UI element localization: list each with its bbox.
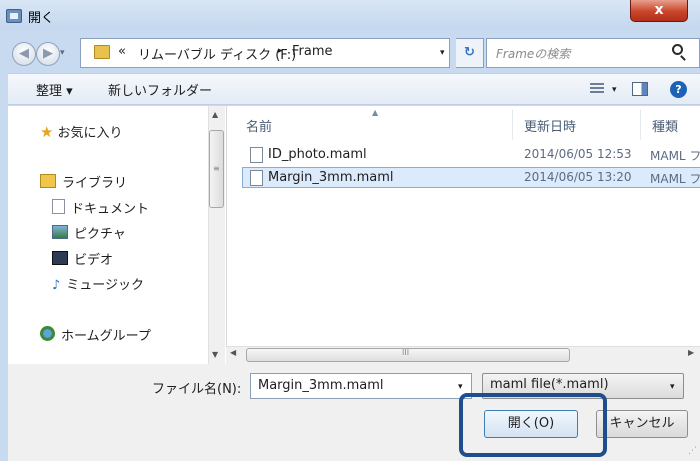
cancel-button[interactable]: キャンセル — [596, 410, 688, 438]
filename-value[interactable]: Margin_3mm.maml — [258, 378, 384, 393]
help-icon[interactable]: ? — [670, 81, 687, 98]
picture-icon — [52, 225, 68, 239]
column-divider[interactable] — [512, 110, 513, 140]
nav-label: お気に入り — [57, 126, 123, 141]
search-icon[interactable] — [672, 44, 683, 55]
file-type-filter-value[interactable]: maml file(*.maml) — [490, 377, 609, 392]
homegroup-icon — [40, 326, 55, 341]
file-type: MAML フ — [650, 172, 700, 186]
column-header-name[interactable]: 名前 — [246, 116, 272, 135]
address-separator-icon[interactable]: ▸ — [278, 46, 283, 56]
filename-label: ファイル名(N): — [152, 382, 242, 397]
file-name[interactable]: Margin_3mm.maml — [268, 170, 394, 185]
scroll-left-icon[interactable]: ◀ — [230, 348, 236, 357]
nav-label: ホームグループ — [61, 329, 151, 344]
column-header-date[interactable]: 更新日時 — [524, 116, 576, 135]
address-segment-folder[interactable]: Frame — [292, 44, 333, 59]
video-icon — [52, 251, 68, 265]
file-name[interactable]: ID_photo.maml — [268, 147, 367, 162]
scroll-down-icon[interactable]: ▼ — [212, 350, 218, 359]
view-options-icon[interactable] — [590, 83, 604, 95]
new-folder-button[interactable]: 新しいフォルダー — [108, 80, 212, 99]
filename-dropdown-icon[interactable]: ▾ — [458, 382, 463, 392]
nav-label: ミュージック — [66, 278, 145, 293]
preview-pane-icon[interactable] — [632, 82, 648, 96]
scroll-up-icon[interactable]: ▲ — [212, 110, 218, 119]
forward-button[interactable]: ▶ — [36, 42, 60, 66]
dialog-app-icon — [6, 9, 22, 23]
sort-ascending-icon: ▲ — [372, 108, 379, 117]
back-button[interactable]: ◀ — [12, 42, 36, 66]
search-placeholder: Frameの検索 — [496, 47, 571, 61]
refresh-button[interactable]: ↻ — [456, 38, 484, 68]
scroll-grip-icon: III — [402, 348, 410, 357]
nav-label: ピクチャ — [74, 227, 126, 242]
scroll-grip-icon: ≡ — [213, 164, 220, 173]
chevron-down-icon[interactable]: ▾ — [670, 382, 675, 392]
nav-item-music[interactable]: ♪ ミュージック — [52, 274, 144, 296]
nav-item-pictures[interactable]: ピクチャ — [52, 223, 126, 245]
scroll-right-icon[interactable]: ▶ — [688, 348, 694, 357]
file-date: 2014/06/05 12:53 — [524, 147, 632, 161]
music-note-icon: ♪ — [52, 278, 61, 293]
file-date: 2014/06/05 13:20 — [524, 170, 632, 184]
address-overflow-chevron[interactable]: « — [118, 44, 126, 59]
nav-item-favorites[interactable]: ★ お気に入り — [40, 122, 122, 144]
folder-icon — [94, 45, 110, 59]
star-icon: ★ — [40, 123, 54, 141]
library-icon — [40, 174, 56, 188]
organize-button[interactable]: 整理 ▾ — [36, 80, 73, 99]
column-header-type[interactable]: 種類 — [652, 116, 678, 135]
view-dropdown-icon[interactable]: ▾ — [612, 85, 617, 95]
window-title: 開く — [28, 11, 55, 26]
nav-item-libraries[interactable]: ライブラリ — [40, 172, 127, 194]
nav-label: ドキュメント — [71, 202, 150, 217]
recent-locations-dropdown[interactable]: ▾ — [60, 46, 72, 60]
nav-item-videos[interactable]: ビデオ — [52, 249, 113, 271]
resize-grip-icon[interactable]: ⋰ — [688, 446, 697, 456]
address-segment-drive[interactable]: リムーバブル ディスク (F:) — [138, 44, 296, 63]
close-button[interactable]: x — [630, 0, 688, 22]
column-divider[interactable] — [640, 110, 641, 140]
nav-item-documents[interactable]: ドキュメント — [52, 198, 149, 220]
nav-label: ビデオ — [74, 253, 114, 268]
file-icon — [250, 147, 263, 163]
document-icon — [52, 199, 65, 214]
file-icon — [250, 170, 263, 186]
nav-label: ライブラリ — [62, 176, 128, 191]
title-bar — [0, 0, 700, 30]
file-type: MAML フ — [650, 149, 700, 163]
file-list — [226, 106, 700, 346]
open-button-highlight — [459, 393, 607, 457]
address-dropdown-icon[interactable]: ▾ — [440, 48, 445, 58]
nav-item-homegroup[interactable]: ホームグループ — [40, 325, 151, 347]
